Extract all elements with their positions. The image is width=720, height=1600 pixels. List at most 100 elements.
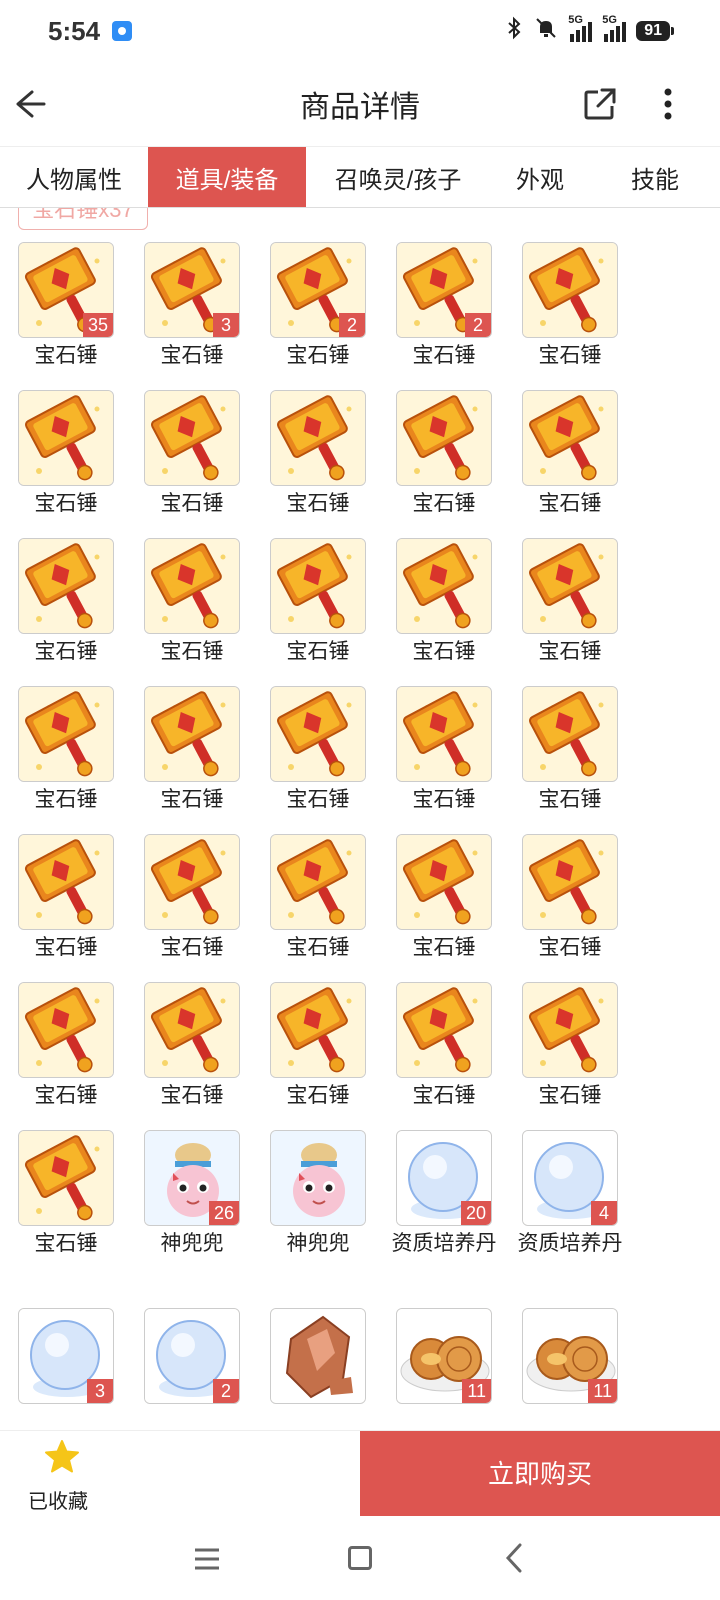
signal-label: 5G — [568, 13, 583, 26]
item-name: 宝石锤 — [538, 788, 602, 811]
item-name: 宝石锤 — [538, 492, 602, 515]
gem-hammer-icon[interactable] — [396, 834, 492, 930]
more-vertical-icon[interactable] — [650, 86, 686, 122]
item-name: 宝石锤 — [538, 1084, 602, 1107]
item-count-badge: 35 — [82, 313, 113, 337]
item-name: 宝石锤 — [160, 344, 224, 367]
gem-hammer-icon[interactable] — [270, 982, 366, 1078]
item-name: 宝石锤 — [286, 492, 350, 515]
share-icon[interactable] — [582, 86, 618, 122]
gem-hammer-icon[interactable] — [144, 686, 240, 782]
gem-hammer-icon[interactable] — [396, 982, 492, 1078]
gem-hammer-icon[interactable]: 3 — [144, 242, 240, 338]
item-count-badge: 20 — [460, 1201, 491, 1225]
gem-hammer-icon[interactable] — [522, 982, 618, 1078]
hotspot-icon — [112, 21, 133, 41]
item-name: 神兜兜 — [286, 1232, 350, 1255]
gem-hammer-icon[interactable] — [522, 686, 618, 782]
back-icon[interactable] — [502, 1542, 526, 1574]
signal-5g-icon: 5G — [602, 14, 627, 42]
shen-doudou-icon[interactable]: 26 — [144, 1130, 240, 1226]
gem-hammer-icon[interactable]: 2 — [396, 242, 492, 338]
item-count-badge: 2 — [339, 313, 365, 337]
item-count-badge: 3 — [87, 1379, 113, 1403]
aptitude-pill-icon[interactable]: 2 — [144, 1308, 240, 1404]
ore-crystal-icon[interactable] — [270, 1308, 366, 1404]
item-summary-tag: 宝石锤x37 — [18, 208, 148, 230]
bluetooth-icon — [506, 16, 524, 45]
item-name: 宝石锤 — [412, 640, 476, 663]
mooncake-icon[interactable]: 11 — [396, 1308, 492, 1404]
gem-hammer-icon[interactable] — [522, 242, 618, 338]
item-count-badge: 11 — [588, 1379, 617, 1403]
item-name: 资质培养丹 — [517, 1232, 623, 1255]
gem-hammer-icon[interactable] — [18, 390, 114, 486]
item-name: 宝石锤 — [538, 936, 602, 959]
tab-items-equipment[interactable]: 道具/装备 — [148, 147, 306, 207]
gem-hammer-icon[interactable] — [144, 982, 240, 1078]
item-name: 宝石锤 — [412, 936, 476, 959]
gem-hammer-icon[interactable] — [18, 1130, 114, 1226]
gem-hammer-icon[interactable] — [18, 538, 114, 634]
gem-hammer-icon[interactable] — [144, 390, 240, 486]
buy-now-button[interactable]: 立即购买 — [360, 1431, 720, 1517]
item-name: 宝石锤 — [160, 1084, 224, 1107]
star-icon[interactable] — [44, 1439, 80, 1475]
aptitude-pill-icon[interactable]: 4 — [522, 1130, 618, 1226]
item-name: 宝石锤 — [34, 492, 98, 515]
item-name: 宝石锤 — [286, 788, 350, 811]
tab-skills[interactable]: 技能 — [590, 147, 720, 207]
gem-hammer-icon[interactable] — [144, 538, 240, 634]
gem-hammer-icon[interactable] — [522, 834, 618, 930]
gem-hammer-icon[interactable] — [18, 686, 114, 782]
shen-doudou-icon[interactable] — [270, 1130, 366, 1226]
gem-hammer-icon[interactable] — [522, 538, 618, 634]
gem-hammer-icon[interactable]: 2 — [270, 242, 366, 338]
home-icon[interactable] — [348, 1546, 372, 1570]
gem-hammer-icon[interactable] — [270, 686, 366, 782]
item-name: 宝石锤 — [286, 1084, 350, 1107]
item-name: 宝石锤 — [286, 344, 350, 367]
menu-icon[interactable] — [194, 1548, 220, 1570]
aptitude-pill-icon[interactable]: 20 — [396, 1130, 492, 1226]
bottom-action-bar: 已收藏 立即购买 — [0, 1430, 720, 1517]
aptitude-pill-icon[interactable]: 3 — [18, 1308, 114, 1404]
gem-hammer-icon[interactable] — [270, 390, 366, 486]
item-count-badge: 2 — [213, 1379, 239, 1403]
item-name: 宝石锤 — [34, 640, 98, 663]
item-name: 宝石锤 — [34, 936, 98, 959]
gem-hammer-icon[interactable] — [144, 834, 240, 930]
gem-hammer-icon[interactable] — [270, 834, 366, 930]
tab-appearance[interactable]: 外观 — [490, 147, 590, 207]
gem-hammer-icon[interactable] — [396, 390, 492, 486]
item-name: 宝石锤 — [34, 788, 98, 811]
gem-hammer-icon[interactable] — [18, 834, 114, 930]
item-grid: 宝石锤x37 35 宝石锤 3 宝石锤 2 宝石锤 2 宝石锤 宝石锤 宝石锤 宝石锤 宝石锤 宝石锤宝… — [0, 208, 720, 1430]
item-name: 宝石锤 — [412, 788, 476, 811]
mooncake-icon[interactable]: 11 — [522, 1308, 618, 1404]
gem-hammer-icon[interactable]: 35 — [18, 242, 114, 338]
item-name: 宝石锤 — [34, 344, 98, 367]
gem-hammer-icon[interactable] — [18, 982, 114, 1078]
favorite-label[interactable]: 已收藏 — [28, 1485, 88, 1514]
tab-character-attributes[interactable]: 人物属性 — [0, 147, 148, 207]
status-time: 5:54 — [48, 15, 101, 46]
item-name: 神兜兜 — [160, 1232, 224, 1255]
item-name: 宝石锤 — [286, 640, 350, 663]
status-icons: 5G 5G 91 — [506, 13, 674, 45]
item-count-badge: 3 — [213, 313, 239, 337]
item-name: 宝石锤 — [160, 788, 224, 811]
item-name: 宝石锤 — [286, 936, 350, 959]
mute-icon — [534, 16, 558, 45]
item-name: 宝石锤 — [538, 640, 602, 663]
tab-bar: 人物属性 道具/装备 召唤灵/孩子 外观 技能 — [0, 146, 720, 208]
item-name: 宝石锤 — [160, 492, 224, 515]
item-name: 宝石锤 — [34, 1084, 98, 1107]
system-nav-bar — [0, 1516, 720, 1600]
item-name: 宝石锤 — [412, 492, 476, 515]
gem-hammer-icon[interactable] — [522, 390, 618, 486]
gem-hammer-icon[interactable] — [396, 686, 492, 782]
gem-hammer-icon[interactable] — [270, 538, 366, 634]
tab-summons-children[interactable]: 召唤灵/孩子 — [306, 147, 490, 207]
gem-hammer-icon[interactable] — [396, 538, 492, 634]
